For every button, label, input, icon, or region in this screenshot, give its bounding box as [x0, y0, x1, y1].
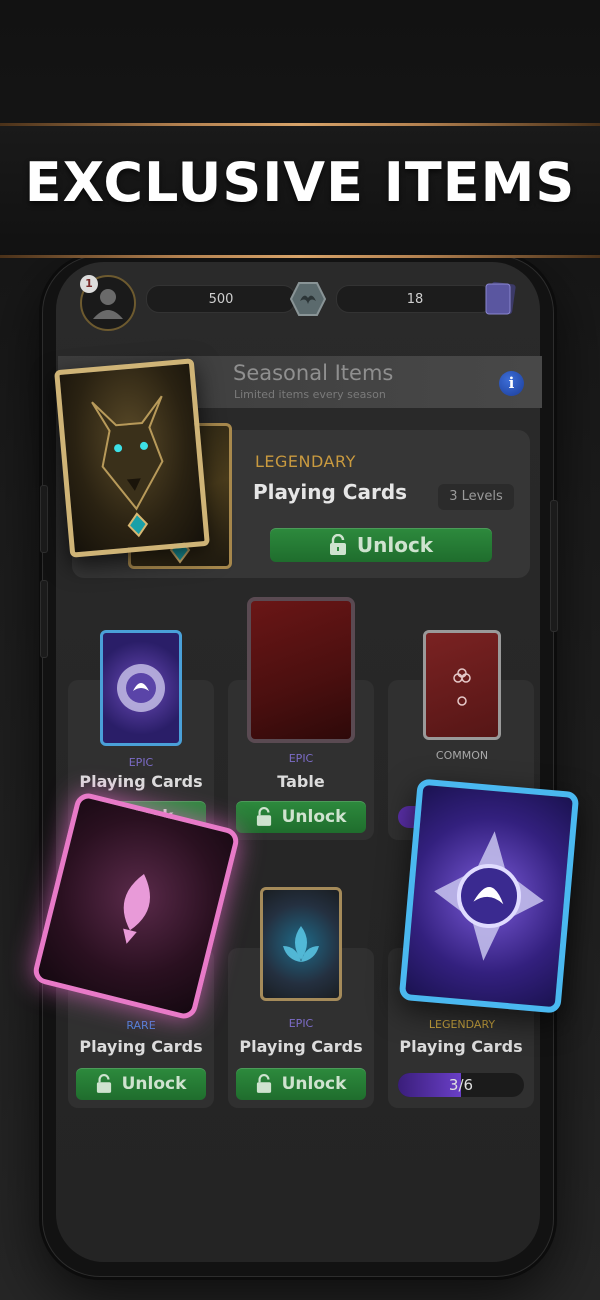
item-name: Table — [277, 772, 325, 791]
featured-name: Playing Cards — [253, 480, 408, 504]
featured-unlock-label: Unlock — [356, 533, 434, 557]
unlock-label: Unlock — [121, 1074, 187, 1094]
floating-legendary-card-art — [398, 778, 580, 1014]
banner-title: EXCLUSIVE ITEMS — [24, 151, 576, 214]
item-name: Playing Cards — [239, 1037, 363, 1056]
coins-counter: 500 — [146, 285, 296, 313]
unlock-icon — [256, 807, 271, 826]
item-rarity: EPIC — [288, 752, 314, 765]
item-rarity: COMMON — [435, 749, 489, 762]
item-card-art — [423, 630, 501, 740]
seasonal-subtitle: Limited items every season — [234, 388, 386, 401]
seasonal-title: Seasonal Items — [233, 361, 394, 385]
banner-trim-top — [0, 123, 600, 126]
item-table-art — [247, 597, 355, 743]
phone-side-button — [40, 580, 48, 658]
unlock-label: Unlock — [281, 807, 347, 827]
promo-banner: EXCLUSIVE ITEMS — [0, 123, 600, 258]
item-name: Playing Cards — [79, 772, 203, 791]
item-progress-label: 3/6 — [448, 1076, 474, 1094]
featured-card-wolf-art — [54, 358, 210, 558]
unlock-icon — [256, 1074, 271, 1093]
coin-icon — [289, 282, 327, 316]
item-name: Playing Cards — [399, 1037, 523, 1056]
unlock-icon — [329, 534, 346, 555]
item-card-art — [100, 630, 182, 746]
phone-power-button — [550, 500, 558, 632]
item-unlock-button[interactable]: Unlock — [236, 1068, 366, 1100]
item-rarity: EPIC — [288, 1017, 314, 1030]
featured-unlock-button[interactable]: Unlock — [270, 528, 492, 562]
featured-rarity: LEGENDARY — [255, 452, 356, 471]
unlock-label: Unlock — [281, 1074, 347, 1094]
banner-trim-bottom — [0, 255, 600, 258]
featured-levels-badge: 3 Levels — [438, 484, 514, 510]
notification-badge: 1 — [80, 275, 98, 293]
item-name: Playing Cards — [79, 1037, 203, 1056]
cards-counter: 18 — [336, 285, 494, 313]
item-rarity: RARE — [126, 1019, 156, 1032]
item-rarity: LEGENDARY — [428, 1018, 496, 1031]
phone-side-button — [40, 485, 48, 553]
info-icon[interactable]: i — [499, 371, 524, 396]
item-unlock-button[interactable]: Unlock — [236, 801, 366, 833]
item-rarity: EPIC — [128, 756, 154, 769]
cards-value: 18 — [406, 291, 424, 307]
unlock-icon — [96, 1074, 111, 1093]
coins-value: 500 — [208, 291, 234, 307]
item-card-lotus-art — [260, 887, 342, 1001]
item-unlock-button[interactable]: Unlock — [76, 1068, 206, 1100]
cards-stack-icon — [482, 279, 520, 317]
